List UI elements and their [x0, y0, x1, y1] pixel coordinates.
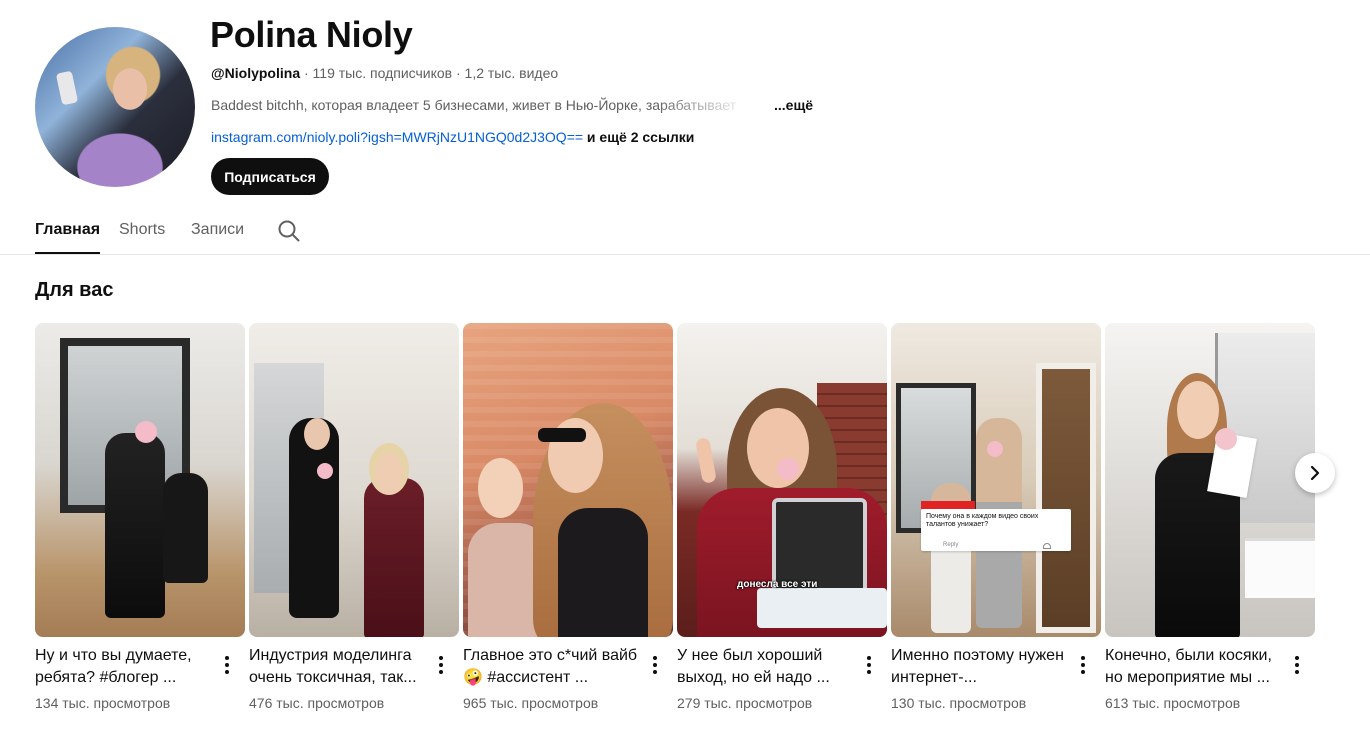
- more-vert-icon[interactable]: [1075, 653, 1091, 677]
- video-views: 279 тыс. просмотров: [677, 695, 813, 711]
- more-vert-icon[interactable]: [861, 653, 877, 677]
- video-thumbnail[interactable]: Почему она в каждом видео своих талантов…: [891, 323, 1101, 637]
- avatar-phone: [55, 70, 79, 106]
- comment-reply: Reply: [943, 542, 959, 548]
- channel-stats: · 119 тыс. подписчиков · 1,2 тыс. видео: [300, 65, 559, 81]
- channel-links: instagram.com/nioly.poli?igsh=MWRjNzU1NG…: [211, 129, 694, 145]
- video-title[interactable]: Конечно, были косяки, но мероприятие мы …: [1105, 645, 1283, 689]
- more-links-button[interactable]: и ещё 2 ссылки: [583, 129, 695, 145]
- instagram-link[interactable]: instagram.com/nioly.poli?igsh=MWRjNzU1NG…: [211, 129, 583, 145]
- section-title: Для вас: [35, 279, 114, 301]
- chevron-right-icon: [1310, 465, 1320, 481]
- video-title[interactable]: Индустрия моделинга очень токсичная, так…: [249, 645, 427, 689]
- video-views: 130 тыс. просмотров: [891, 695, 1027, 711]
- channel-avatar: [35, 27, 195, 187]
- video-thumbnail[interactable]: [1105, 323, 1315, 637]
- video-title[interactable]: Именно поэтому нужен интернет-...: [891, 645, 1069, 689]
- heart-icon: [1043, 543, 1051, 549]
- video-views: 965 тыс. просмотров: [463, 695, 599, 711]
- video-title[interactable]: Ну и что вы думаете, ребята? #блогер ...: [35, 645, 213, 689]
- tab-shorts[interactable]: Shorts: [119, 221, 165, 254]
- more-vert-icon[interactable]: [433, 653, 449, 677]
- video-thumbnail[interactable]: [463, 323, 673, 637]
- channel-handle: @Niolypolina: [211, 65, 301, 81]
- channel-tabs: Главная Shorts Записи: [0, 210, 1370, 255]
- tab-posts[interactable]: Записи: [191, 221, 244, 254]
- video-thumbnail[interactable]: [35, 323, 245, 637]
- video-views: 134 тыс. просмотров: [35, 695, 171, 711]
- video-shelf: Ну и что вы думаете, ребята? #блогер ...…: [35, 323, 1335, 723]
- thumbnail-comment: Почему она в каждом видео своих талантов…: [921, 501, 1071, 551]
- video-views: 476 тыс. просмотров: [249, 695, 385, 711]
- video-thumbnail[interactable]: донесла все эти: [677, 323, 887, 637]
- channel-description[interactable]: Baddest bitchh, которая владеет 5 бизнес…: [211, 97, 751, 113]
- video-views: 613 тыс. просмотров: [1105, 695, 1241, 711]
- description-more-link[interactable]: ...ещё: [774, 97, 813, 113]
- video-thumbnail[interactable]: [249, 323, 459, 637]
- video-title[interactable]: Главное это с*чий вайб 🤪 #ассистент ...: [463, 645, 641, 689]
- more-vert-icon[interactable]: [219, 653, 235, 677]
- more-vert-icon[interactable]: [1289, 653, 1305, 677]
- video-card[interactable]: Индустрия моделинга очень токсичная, так…: [249, 323, 459, 711]
- channel-name: Polina Nioly: [210, 14, 413, 55]
- channel-meta: @Niolypolina · 119 тыс. подписчиков · 1,…: [211, 65, 558, 81]
- search-icon[interactable]: [277, 219, 301, 243]
- comment-text: Почему она в каждом видео своих талантов…: [926, 513, 1039, 528]
- video-card[interactable]: Ну и что вы думаете, ребята? #блогер ...…: [35, 323, 245, 711]
- video-title[interactable]: У нее был хороший выход, но ей надо ...: [677, 645, 855, 689]
- video-card[interactable]: Почему она в каждом видео своих талантов…: [891, 323, 1101, 711]
- thumbnail-caption: донесла все эти: [737, 579, 818, 590]
- video-card[interactable]: донесла все эти У нее был хороший выход,…: [677, 323, 887, 711]
- video-card[interactable]: Главное это с*чий вайб 🤪 #ассистент ... …: [463, 323, 673, 711]
- tab-home[interactable]: Главная: [35, 221, 101, 254]
- video-card[interactable]: Конечно, были косяки, но мероприятие мы …: [1105, 323, 1315, 711]
- subscribe-button[interactable]: Подписаться: [211, 158, 329, 195]
- shelf-next-button[interactable]: [1295, 453, 1335, 493]
- more-vert-icon[interactable]: [647, 653, 663, 677]
